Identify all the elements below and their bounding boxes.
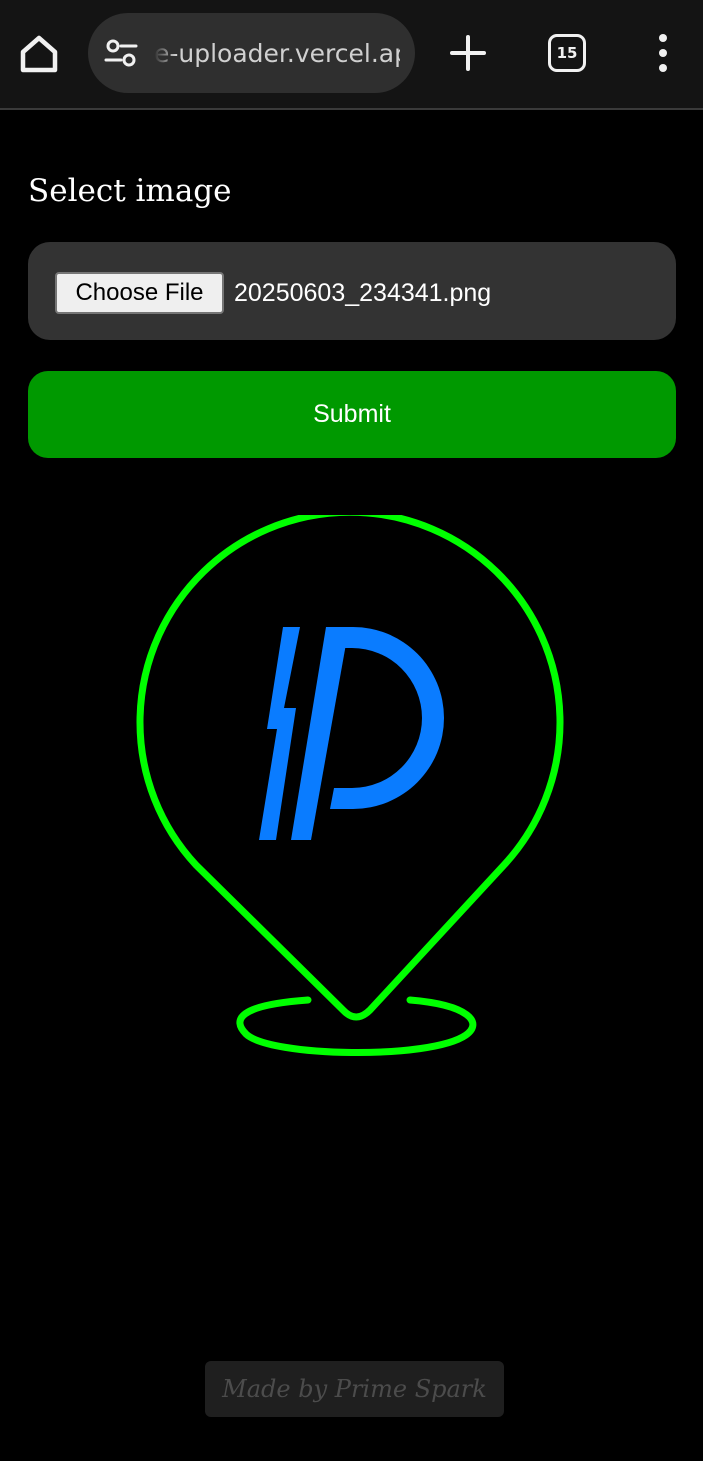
site-settings-icon[interactable] bbox=[104, 37, 138, 69]
browser-toolbar: e-uploader.vercel.app 15 bbox=[0, 0, 703, 110]
submit-button[interactable]: Submit bbox=[28, 371, 676, 458]
logo-p-bowl bbox=[328, 627, 444, 809]
browser-menu-button[interactable] bbox=[652, 33, 674, 73]
url-text[interactable]: e-uploader.vercel.app bbox=[154, 37, 400, 71]
select-image-label: Select image bbox=[28, 173, 232, 209]
submit-label: Submit bbox=[313, 400, 391, 428]
choose-file-button[interactable]: Choose File bbox=[55, 272, 224, 314]
prime-spark-logo bbox=[136, 515, 564, 1056]
credit-text: Made by Prime Spark bbox=[222, 1375, 487, 1403]
selected-file-name: 20250603_234341.png bbox=[234, 279, 492, 307]
pin-outline bbox=[136, 515, 564, 1021]
logo-lightning-bolt bbox=[259, 627, 300, 840]
tab-count: 15 bbox=[556, 44, 578, 62]
home-button[interactable] bbox=[14, 29, 64, 79]
file-input-container: Choose File 20250603_234341.png bbox=[28, 242, 676, 340]
more-vert-icon bbox=[659, 34, 667, 72]
credit-badge: Made by Prime Spark bbox=[205, 1361, 504, 1417]
tab-switcher-button[interactable]: 15 bbox=[548, 34, 586, 72]
plus-icon bbox=[450, 35, 486, 71]
home-icon bbox=[20, 35, 58, 73]
address-bar[interactable]: e-uploader.vercel.app bbox=[88, 13, 415, 93]
pin-base-ring bbox=[236, 996, 477, 1056]
new-tab-button[interactable] bbox=[447, 32, 489, 74]
